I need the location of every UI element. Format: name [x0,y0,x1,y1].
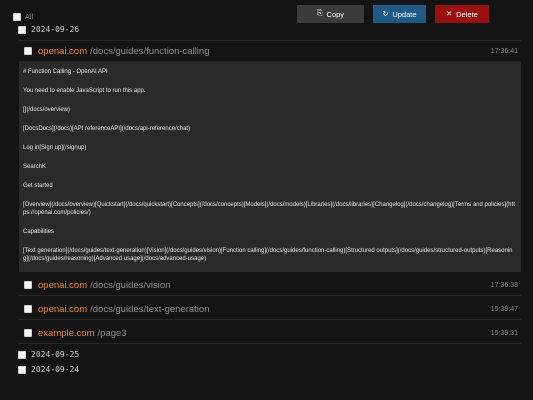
content-line: [DocsDocs](/docs)[API referenceAPI](/doc… [23,126,191,132]
date-checkbox[interactable] [18,365,26,374]
entry-domain[interactable]: openai.com [38,46,87,57]
entry-path[interactable]: /docs/guides/vision [90,280,170,291]
copy-label: Copy [326,9,345,19]
content-line: Capabilities [23,229,55,235]
entry-checkbox[interactable] [24,47,32,55]
delete-label: Delete [456,9,478,19]
entry-checkbox[interactable] [24,329,32,337]
content-line: SearchK [23,164,47,170]
close-icon: ✕ [446,11,453,18]
select-all[interactable]: All [13,13,34,21]
content-line: [Text generation](/docs/guides/text-gene… [23,248,513,262]
entry-checkbox[interactable] [24,305,32,313]
date-checkbox[interactable] [18,350,26,359]
entry-domain[interactable]: example.com [38,328,95,339]
entry-content-preview[interactable]: # Function Calling - OpenAI API You need… [19,62,521,272]
content-line: # Function Calling - OpenAI API [23,69,108,75]
content-line: Log in[Sign up](/signup) [23,145,87,151]
select-all-label: All [25,13,34,21]
entry-path[interactable]: /page3 [98,328,127,339]
date-group-row[interactable]: 2024-09-24 [18,365,79,374]
history-entry[interactable]: openai.com /docs/guides/text-generation … [18,299,521,320]
entry-checkbox[interactable] [24,281,32,289]
toolbar: ⎘ Copy ↻ Update ✕ Delete [297,5,489,23]
entry-domain[interactable]: openai.com [38,280,87,291]
date-checkbox[interactable] [18,25,26,34]
entry-time: 15:39:31 [490,329,518,337]
date-label: 2024-09-26 [31,25,80,34]
date-label: 2024-09-25 [31,350,80,359]
entry-path[interactable]: /docs/guides/function-calling [90,46,209,57]
date-label: 2024-09-24 [31,365,80,374]
entry-time: 17:36:41 [490,47,518,55]
content-line: [Overview](/docs/overview)[Quickstart](/… [23,202,515,216]
update-label: Update [392,9,417,19]
date-group-row[interactable]: 2024-09-25 [18,350,79,359]
refresh-icon: ↻ [382,11,389,18]
select-all-checkbox[interactable] [13,13,21,21]
entry-path[interactable]: /docs/guides/text-generation [90,304,209,315]
copy-button[interactable]: ⎘ Copy [297,5,364,23]
update-button[interactable]: ↻ Update [373,5,426,23]
history-entry[interactable]: openai.com /docs/guides/function-calling… [18,40,521,62]
entry-time: 15:39:47 [490,305,518,313]
date-group-row[interactable]: 2024-09-26 [18,25,79,34]
content-line: Get started [23,183,53,189]
content-line: [](/docs/overview) [23,107,71,113]
entry-time: 17:36:38 [490,281,518,289]
entry-domain[interactable]: openai.com [38,304,87,315]
history-entry[interactable]: example.com /page3 15:39:31 [18,323,521,344]
content-line: You need to enable JavaScript to run thi… [23,88,146,94]
history-entry[interactable]: openai.com /docs/guides/vision 17:36:38 [18,275,521,296]
copy-icon: ⎘ [316,10,323,17]
delete-button[interactable]: ✕ Delete [435,5,489,23]
